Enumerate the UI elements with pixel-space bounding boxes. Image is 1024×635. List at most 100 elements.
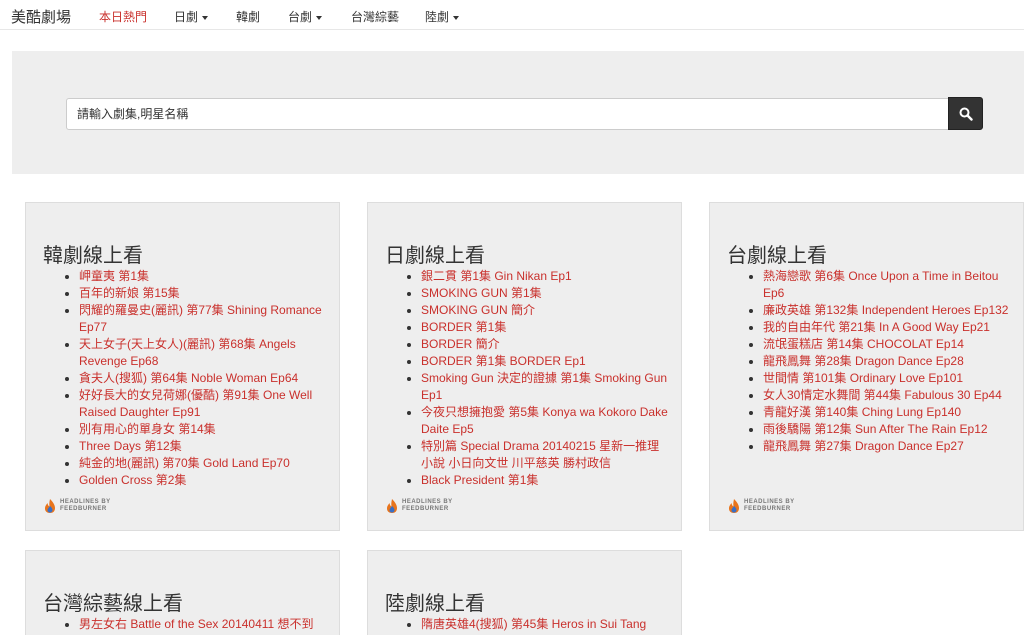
list-item: 廉政英雄 第132集 Independent Heroes Ep132 xyxy=(763,302,1011,319)
feed-link[interactable]: 雨後驕陽 第12集 Sun After The Rain Ep12 xyxy=(763,422,988,436)
feed-link[interactable]: 女人30情定水舞間 第44集 Fabulous 30 Ep44 xyxy=(763,388,1002,402)
panel-title: 台劇線上看 xyxy=(727,245,827,267)
badge-line2: FEEDBURNER xyxy=(60,506,107,512)
site-brand[interactable]: 美酷劇場 xyxy=(11,6,71,27)
feed-link[interactable]: Golden Cross 第2集 xyxy=(79,473,186,487)
feed-link[interactable]: 今夜只想擁抱愛 第5集 Konya wa Kokoro Dake Daite E… xyxy=(421,405,668,436)
feed-link[interactable]: 熱海戀歌 第6集 Once Upon a Time in Beitou Ep6 xyxy=(763,269,998,300)
nav-item-chinese-drama[interactable]: 陸劇 xyxy=(425,8,460,25)
feed-list: 男左女右 Battle of the Sex 20140411 想不到 xyxy=(79,616,339,633)
nav-item-label: 本日熱門 xyxy=(99,10,148,24)
list-item: 今夜只想擁抱愛 第5集 Konya wa Kokoro Dake Daite E… xyxy=(421,404,669,438)
list-item: 閃耀的羅曼史(麗訊) 第77集 Shining Romance Ep77 xyxy=(79,302,327,336)
feedburner-flame-icon xyxy=(387,499,397,513)
list-item: Smoking Gun 決定的證據 第1集 Smoking Gun Ep1 xyxy=(421,370,669,404)
nav-item-taiwan-variety[interactable]: 台灣綜藝 xyxy=(351,8,399,25)
feed-link[interactable]: BORDER 第1集 BORDER Ep1 xyxy=(421,354,586,368)
feed-link[interactable]: 閃耀的羅曼史(麗訊) 第77集 Shining Romance Ep77 xyxy=(79,303,322,334)
feed-link[interactable]: SMOKING GUN 簡介 xyxy=(421,303,535,317)
list-item: BORDER 第1集 BORDER Ep1 xyxy=(421,353,669,370)
search-input[interactable] xyxy=(66,98,950,130)
feed-link[interactable]: BORDER 簡介 xyxy=(421,337,500,351)
panel-title: 台灣綜藝線上看 xyxy=(43,593,183,615)
feed-link[interactable]: 天上女子(天上女人)(麗訊) 第68集 Angels Revenge Ep68 xyxy=(79,337,296,368)
list-item: Black President 第1集 xyxy=(421,472,669,489)
feed-link[interactable]: 特別篇 Special Drama 20140215 星新一推理小說 小日向文世… xyxy=(421,439,659,470)
feed-link[interactable]: 銀二貫 第1集 Gin Nikan Ep1 xyxy=(421,269,572,283)
feed-link[interactable]: 隋唐英雄4(搜狐) 第45集 Heros in Sui Tang xyxy=(421,617,646,631)
feed-link[interactable]: Three Days 第12集 xyxy=(79,439,182,453)
panel-title: 日劇線上看 xyxy=(385,245,485,267)
nav-item-korean-drama[interactable]: 韓劇 xyxy=(236,8,260,25)
list-item: 熱海戀歌 第6集 Once Upon a Time in Beitou Ep6 xyxy=(763,268,1011,302)
list-item: 天上女子(天上女人)(麗訊) 第68集 Angels Revenge Ep68 xyxy=(79,336,327,370)
panel-title: 陸劇線上看 xyxy=(385,593,485,615)
feedburner-badge[interactable]: HEADLINES BY FEEDBURNER xyxy=(43,497,123,515)
feed-list: 岬童夷 第1集 百年的新娘 第15集 閃耀的羅曼史(麗訊) 第77集 Shini… xyxy=(79,268,327,489)
feed-list: 隋唐英雄4(搜狐) 第45集 Heros in Sui Tang xyxy=(421,616,681,633)
feed-link[interactable]: BORDER 第1集 xyxy=(421,320,506,334)
badge-line1: HEADLINES BY xyxy=(744,499,795,505)
list-item: 世間情 第101集 Ordinary Love Ep101 xyxy=(763,370,1011,387)
korean-drama-panel: 韓劇線上看 岬童夷 第1集 百年的新娘 第15集 閃耀的羅曼史(麗訊) 第77集… xyxy=(25,202,340,531)
taiwan-variety-panel: 台灣綜藝線上看 男左女右 Battle of the Sex 20140411 … xyxy=(25,550,340,635)
list-item: Three Days 第12集 xyxy=(79,438,327,455)
nav-item-label: 韓劇 xyxy=(236,10,261,24)
chinese-drama-panel: 陸劇線上看 隋唐英雄4(搜狐) 第45集 Heros in Sui Tang xyxy=(367,550,682,635)
feed-link[interactable]: 龍飛鳳舞 第28集 Dragon Dance Ep28 xyxy=(763,354,964,368)
list-item: 岬童夷 第1集 xyxy=(79,268,327,285)
feed-link[interactable]: 百年的新娘 第15集 xyxy=(79,286,180,300)
feed-link[interactable]: 青龍好漢 第140集 Ching Lung Ep140 xyxy=(763,405,961,419)
feed-link[interactable]: SMOKING GUN 第1集 xyxy=(421,286,542,300)
feed-link[interactable]: 廉政英雄 第132集 Independent Heroes Ep132 xyxy=(763,303,1008,317)
feedburner-badge[interactable]: HEADLINES BY FEEDBURNER xyxy=(727,497,807,515)
feedburner-flame-icon xyxy=(45,499,55,513)
list-item: 隋唐英雄4(搜狐) 第45集 Heros in Sui Tang xyxy=(421,616,681,633)
search-jumbotron xyxy=(12,51,1024,174)
panel-title: 韓劇線上看 xyxy=(43,245,143,267)
list-item: BORDER 簡介 xyxy=(421,336,669,353)
feed-link[interactable]: 好好長大的女兒荷娜(優酷) 第91集 One Well Raised Daugh… xyxy=(79,388,312,419)
taiwan-drama-panel: 台劇線上看 熱海戀歌 第6集 Once Upon a Time in Beito… xyxy=(709,202,1024,531)
badge-line2: FEEDBURNER xyxy=(402,506,449,512)
feed-link[interactable]: Black President 第1集 xyxy=(421,473,538,487)
feedburner-flame-icon xyxy=(729,499,739,513)
list-item: 特別篇 Special Drama 20140215 星新一推理小說 小日向文世… xyxy=(421,438,669,472)
list-item: 好好長大的女兒荷娜(優酷) 第91集 One Well Raised Daugh… xyxy=(79,387,327,421)
feed-link[interactable]: 流氓蛋糕店 第14集 CHOCOLAT Ep14 xyxy=(763,337,964,351)
list-item: 銀二貫 第1集 Gin Nikan Ep1 xyxy=(421,268,669,285)
feed-link[interactable]: 龍飛鳳舞 第27集 Dragon Dance Ep27 xyxy=(763,439,964,453)
feed-link[interactable]: 純金的地(麗訊) 第70集 Gold Land Ep70 xyxy=(79,456,290,470)
caret-down-icon xyxy=(316,15,323,20)
list-item: 百年的新娘 第15集 xyxy=(79,285,327,302)
feed-link[interactable]: 男左女右 Battle of the Sex 20140411 想不到 xyxy=(79,617,314,631)
feed-link[interactable]: 別有用心的單身女 第14集 xyxy=(79,422,216,436)
badge-line1: HEADLINES BY xyxy=(402,499,453,505)
list-item: Golden Cross 第2集 xyxy=(79,472,327,489)
list-item: 男左女右 Battle of the Sex 20140411 想不到 xyxy=(79,616,339,633)
nav-item-label: 日劇 xyxy=(174,10,199,24)
list-item: SMOKING GUN 簡介 xyxy=(421,302,669,319)
list-item: SMOKING GUN 第1集 xyxy=(421,285,669,302)
nav-item-taiwan-drama[interactable]: 台劇 xyxy=(288,8,323,25)
nav-item-label: 陸劇 xyxy=(425,10,450,24)
top-navbar: 美酷劇場 本日熱門 日劇 韓劇 台劇 台灣綜藝 陸劇 xyxy=(0,0,1024,30)
caret-down-icon xyxy=(453,15,460,20)
search-icon xyxy=(959,107,973,121)
badge-line1: HEADLINES BY xyxy=(60,499,111,505)
list-item: 流氓蛋糕店 第14集 CHOCOLAT Ep14 xyxy=(763,336,1011,353)
feed-link[interactable]: 我的自由年代 第21集 In A Good Way Ep21 xyxy=(763,320,990,334)
list-item: 女人30情定水舞間 第44集 Fabulous 30 Ep44 xyxy=(763,387,1011,404)
list-item: BORDER 第1集 xyxy=(421,319,669,336)
nav-item-label: 台灣綜藝 xyxy=(351,10,400,24)
feedburner-badge[interactable]: HEADLINES BY FEEDBURNER xyxy=(385,497,465,515)
japanese-drama-panel: 日劇線上看 銀二貫 第1集 Gin Nikan Ep1 SMOKING GUN … xyxy=(367,202,682,531)
feed-link[interactable]: Smoking Gun 決定的證據 第1集 Smoking Gun Ep1 xyxy=(421,371,667,402)
feed-link[interactable]: 貪夫人(搜狐) 第64集 Noble Woman Ep64 xyxy=(79,371,298,385)
feed-list: 銀二貫 第1集 Gin Nikan Ep1 SMOKING GUN 第1集 SM… xyxy=(421,268,669,489)
feed-link[interactable]: 岬童夷 第1集 xyxy=(79,269,149,283)
nav-item-hot-today[interactable]: 本日熱門 xyxy=(99,8,147,25)
search-button[interactable] xyxy=(948,97,983,130)
nav-item-japanese-drama[interactable]: 日劇 xyxy=(174,8,209,25)
feed-link[interactable]: 世間情 第101集 Ordinary Love Ep101 xyxy=(763,371,963,385)
